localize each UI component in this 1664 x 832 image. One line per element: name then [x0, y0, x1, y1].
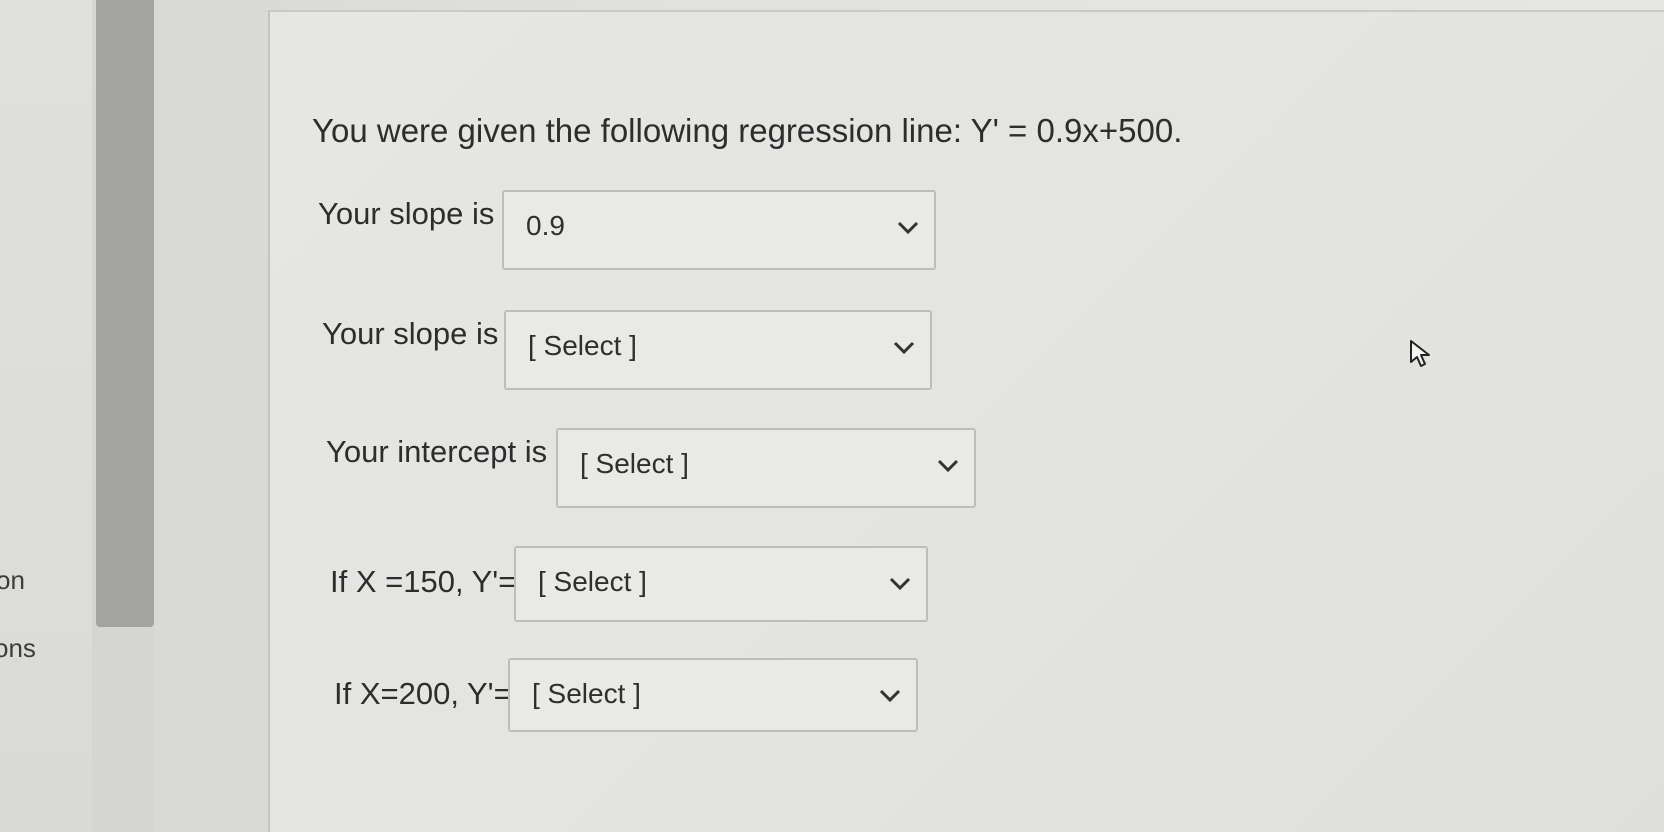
content-gutter	[154, 0, 268, 832]
selected-value: [ Select ]	[532, 678, 641, 709]
field-label-x150: If X =150, Y'=	[330, 564, 517, 599]
slope-select-2[interactable]: [ Select ]	[504, 310, 932, 390]
screen: on ons You were given the following regr…	[0, 0, 1664, 832]
x200-select[interactable]: [ Select ]	[508, 658, 918, 732]
selected-value: [ Select ]	[528, 330, 637, 361]
nav-item-1[interactable]: on	[0, 565, 25, 596]
chevron-down-icon	[897, 221, 919, 235]
selected-value: 0.9	[526, 210, 565, 241]
left-navigation: on ons	[0, 0, 92, 832]
question-text: You were given the following regression …	[312, 112, 1183, 149]
mouse-pointer-icon	[1410, 340, 1430, 367]
selected-value: [ Select ]	[580, 448, 689, 479]
nav-item-2[interactable]: ons	[0, 633, 36, 664]
field-label-intercept: Your intercept is	[326, 434, 548, 469]
field-label-x200: If X=200, Y'=	[334, 676, 512, 711]
chevron-down-icon	[889, 577, 911, 591]
x150-select[interactable]: [ Select ]	[514, 546, 928, 622]
field-label-slope-1: Your slope is	[318, 196, 495, 231]
selected-value: [ Select ]	[538, 566, 647, 597]
scrollbar-thumb[interactable]	[96, 0, 154, 627]
field-label-slope-2: Your slope is	[322, 316, 499, 351]
chevron-down-icon	[893, 341, 915, 355]
chevron-down-icon	[879, 689, 901, 703]
intercept-select[interactable]: [ Select ]	[556, 428, 976, 508]
slope-select-1[interactable]: 0.9	[502, 190, 936, 270]
chevron-down-icon	[937, 459, 959, 473]
